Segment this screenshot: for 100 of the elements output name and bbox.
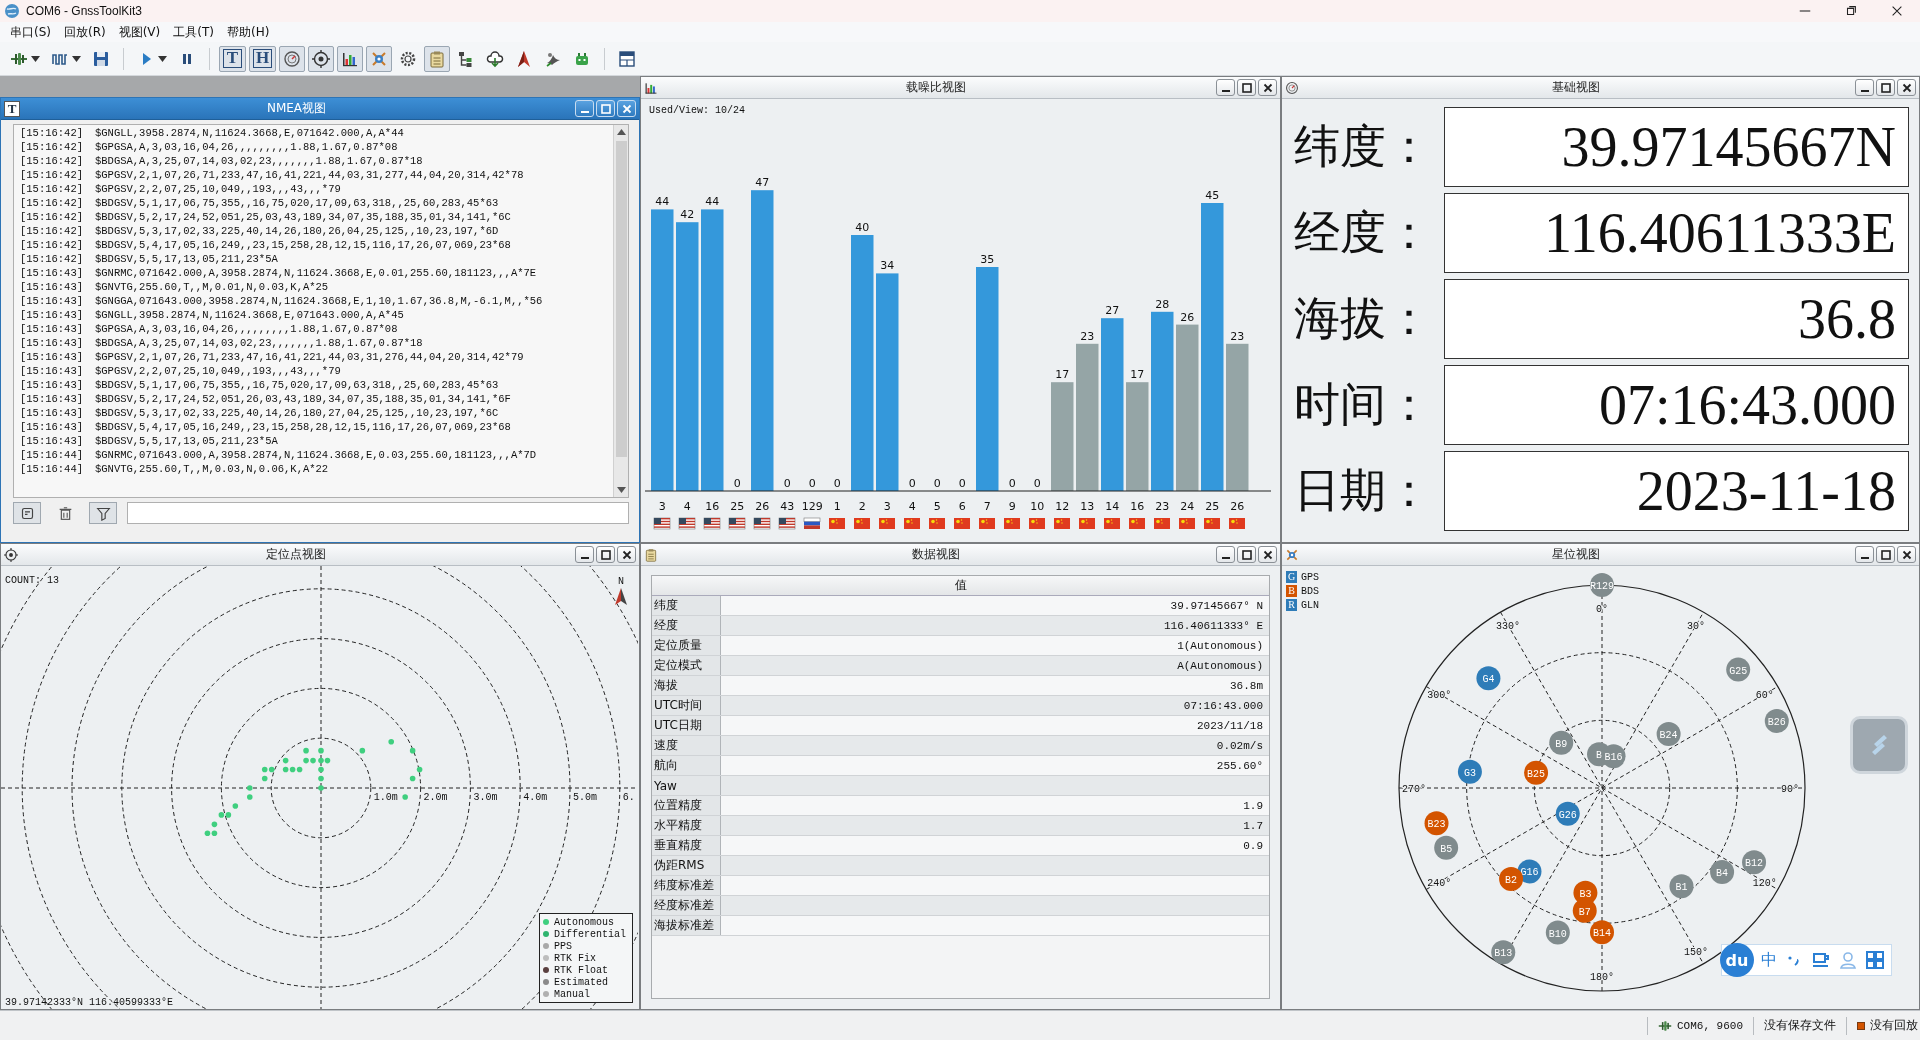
target-icon — [4, 547, 18, 562]
prn-label: 3 — [883, 500, 891, 513]
bar-value: 0 — [1008, 477, 1016, 490]
close-button[interactable] — [1258, 79, 1277, 96]
input-mode-button[interactable]: 中 — [1761, 949, 1777, 971]
toolbar-button[interactable] — [308, 45, 334, 72]
filter-button[interactable] — [89, 502, 117, 524]
satellite-label: B10 — [1548, 928, 1567, 940]
row-label: 速度 — [652, 735, 721, 756]
satellite-label: G16 — [1520, 867, 1539, 879]
minimize-button[interactable] — [1216, 546, 1235, 563]
bar-value: 40 — [855, 221, 870, 234]
table-cell: 116.40611333° E — [720, 615, 1269, 636]
nmea-sentence: $BDGSV,5,3,17,02,33,225,40,14,26,180,27,04,25,125,,10,23,197,*6C — [95, 406, 499, 420]
connection-status: COM6, 9600 — [1677, 1019, 1743, 1032]
playback-status: 没有回放 — [1870, 1017, 1918, 1034]
prn-label: 9 — [1008, 500, 1016, 513]
table-cell: 39.97145667° N — [720, 595, 1269, 616]
value-display: 36.8 — [1444, 279, 1909, 359]
scrollbar[interactable] — [613, 125, 628, 497]
prn-label: 6 — [958, 500, 966, 513]
used-view-text: Used/View: 10/24 — [648, 104, 746, 118]
navigation-arrow-icon — [515, 49, 533, 68]
menu-item[interactable]: 串口(S) — [6, 23, 60, 41]
caret-icon — [72, 55, 81, 62]
angle-label: 270° — [1402, 784, 1426, 795]
toolbar-button[interactable]: H — [249, 45, 276, 72]
maximize-button[interactable] — [1237, 79, 1256, 96]
angle-label: 120° — [1752, 878, 1777, 889]
menu-item[interactable]: 帮助(H) — [222, 23, 279, 41]
log-icon — [19, 505, 35, 521]
minimize-icon — [1860, 556, 1869, 559]
maximize-button[interactable] — [1237, 546, 1256, 563]
table-cell: 255.60° — [720, 755, 1269, 776]
timestamp: [15:16:42] — [20, 126, 83, 140]
flag-icon — [1054, 518, 1070, 529]
legend-label: Estimated — [554, 976, 608, 988]
field-label: 日期： — [1294, 464, 1433, 518]
panel-title: 星位视图 — [1551, 546, 1601, 563]
legend-label: Differential — [554, 928, 626, 940]
scale-label: 1.0m — [373, 792, 398, 803]
angle-label: 330° — [1496, 621, 1520, 633]
timestamp: [15:16:44] — [20, 462, 83, 476]
timestamp: [15:16:42] — [20, 210, 83, 224]
bar-value: 45 — [1205, 189, 1220, 202]
minimize-button[interactable] — [1855, 546, 1874, 563]
minimize-button[interactable] — [1855, 79, 1874, 96]
minimize-button[interactable] — [1216, 79, 1235, 96]
prn-label: 25 — [1205, 500, 1220, 513]
nmea-sentence: $BDGSV,5,2,17,24,52,051,26,03,43,189,34,07,35,188,35,01,34,141,*6F — [95, 392, 511, 406]
close-button[interactable] — [617, 546, 636, 563]
close-icon — [1901, 549, 1912, 560]
nmea-sentence: $GNRMC,071642.000,A,3958.2874,N,11624.3668,E,0.01,255.60,181123,,,A*7E — [95, 266, 537, 280]
bar-value: 17 — [1130, 368, 1145, 382]
timestamp: [15:16:43] — [20, 364, 83, 378]
toolbar-button[interactable] — [279, 45, 305, 72]
field-label: 海拔： — [1294, 292, 1433, 346]
bar-value: 27 — [1105, 304, 1120, 318]
scroll-thumb[interactable] — [615, 141, 627, 457]
menu-item[interactable]: 回放(R) — [60, 23, 115, 41]
legend-label: BDS — [1301, 585, 1319, 597]
bar-value: 44 — [655, 195, 670, 209]
flag-icon — [703, 517, 721, 530]
plug-icon — [1658, 1018, 1672, 1033]
row-label: 纬度标准差 — [652, 875, 721, 896]
nmea-sentence: $GPGSA,A,3,03,16,04,26,,,,,,,,,1.88,1.67,0.87*08 — [95, 322, 398, 336]
prn-label: 2 — [858, 500, 866, 513]
timestamp: [15:16:43] — [20, 392, 83, 406]
flag-icon — [904, 518, 920, 529]
filter-field[interactable] — [127, 502, 629, 524]
dial-icon — [283, 49, 301, 68]
minimize-button[interactable] — [575, 546, 594, 563]
menu-item[interactable]: 视图(V) — [114, 23, 170, 41]
flag-icon — [954, 518, 970, 529]
bar-value: 0 — [733, 477, 741, 490]
nmea-sentence: $GNGLL,3958.2874,N,11624.3668,E,071643.000,A,A*45 — [95, 308, 404, 322]
toolbar-button[interactable]: T — [219, 45, 246, 72]
toolbar-button[interactable] — [337, 45, 363, 72]
ime-logo[interactable]: du — [1720, 943, 1754, 977]
prn-label: 14 — [1105, 500, 1120, 513]
nmea-sentence: $BDGSV,5,4,17,05,16,249,,23,15,258,28,12,15,116,17,26,07,069,23*68 — [95, 420, 511, 434]
playback-icon — [1857, 1021, 1865, 1030]
flag-icon — [1204, 518, 1220, 529]
satellite-icon — [1285, 547, 1299, 562]
bar-value: 34 — [880, 259, 895, 273]
field-label: 经度： — [1294, 206, 1433, 260]
table-cell: 0.02m/s — [720, 735, 1269, 756]
close-button[interactable] — [1258, 546, 1277, 563]
nmea-sentence: $BDGSV,5,3,17,02,33,225,40,14,26,180,26,04,25,125,,10,23,197,*6D — [95, 224, 499, 238]
flag-icon — [879, 518, 895, 529]
close-button[interactable] — [1897, 546, 1916, 563]
maximize-button[interactable] — [1876, 79, 1895, 96]
nmea-sentence: $BDGSV,5,1,17,06,75,355,,16,75,020,17,09,63,318,,25,60,283,45*63 — [95, 196, 499, 210]
nmea-sentence: $GNVTG,255.60,T,,M,0.01,N,0.03,K,A*25 — [95, 280, 329, 294]
menu-item[interactable]: 工具(T) — [169, 23, 223, 41]
maximize-button[interactable] — [1876, 546, 1895, 563]
log-button[interactable] — [13, 502, 41, 524]
table-cell: 1.9 — [720, 795, 1269, 816]
close-button[interactable] — [1897, 79, 1916, 96]
maximize-button[interactable] — [596, 546, 615, 563]
